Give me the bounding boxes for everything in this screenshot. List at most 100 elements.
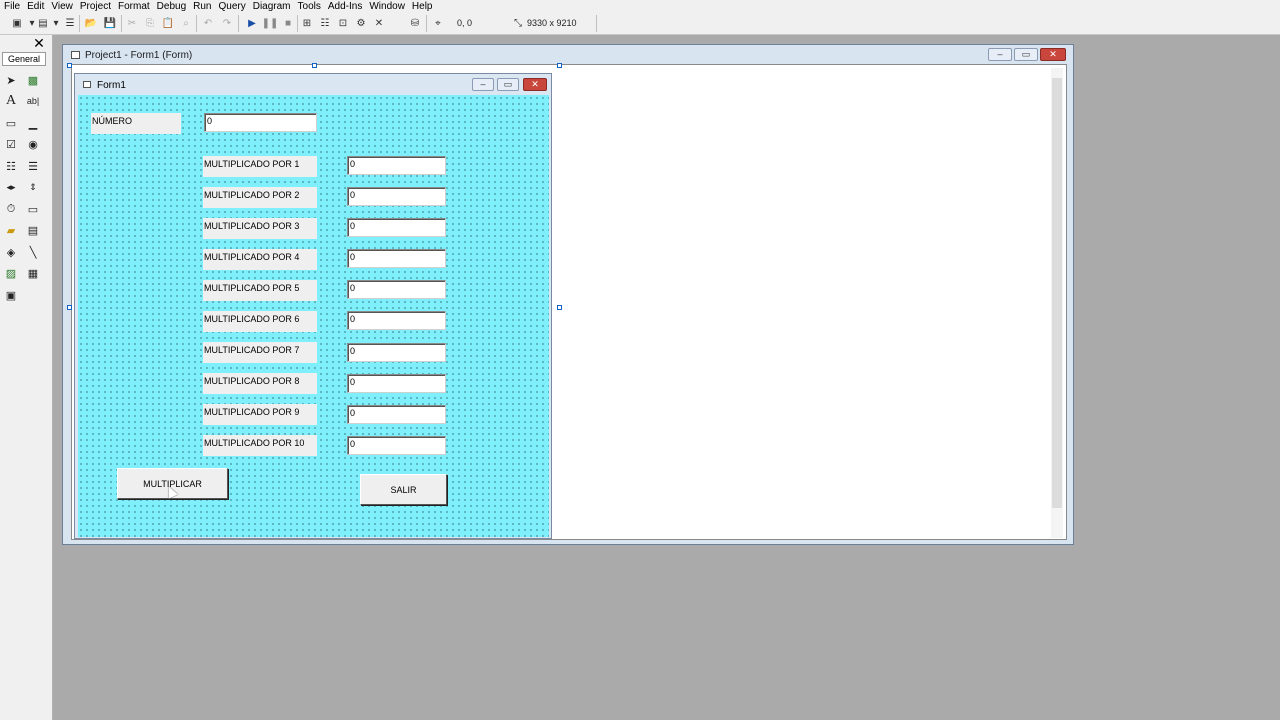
result-textbox-6[interactable]: 0 (347, 311, 446, 330)
minimize-button[interactable]: – (472, 78, 494, 91)
menu-editor-icon[interactable]: ☰ (63, 16, 77, 30)
menu-run[interactable]: Run (193, 1, 211, 12)
save-icon[interactable]: 💾 (103, 16, 117, 30)
dirlistbox-icon[interactable]: ▰ (3, 222, 19, 238)
break-icon[interactable]: ❚❚ (262, 16, 279, 30)
open-icon[interactable]: 📂 (84, 16, 98, 30)
result-textbox-3[interactable]: 0 (347, 218, 446, 237)
filelistbox-icon[interactable]: ▤ (25, 222, 41, 238)
timer-icon[interactable]: ⏱ (3, 201, 19, 217)
toolbox: ✕ General ➤ ▩ A ab| ▭ ▁ ☑ ◉ ☷ ☰ ◂▸ ⇕ ⏱ ▭… (0, 35, 53, 720)
result-textbox-10[interactable]: 0 (347, 436, 446, 455)
minimize-button[interactable]: – (988, 48, 1012, 61)
menu-edit[interactable]: Edit (27, 1, 44, 12)
salir-button[interactable]: SALIR (360, 474, 447, 505)
add-project-icon[interactable]: ▣ (10, 16, 24, 30)
maximize-button[interactable]: ▭ (497, 78, 519, 91)
menu-debug[interactable]: Debug (157, 1, 186, 12)
dropdown-icon[interactable]: ▾ (49, 16, 63, 30)
form-title: Form1 (97, 80, 126, 91)
combobox-icon[interactable]: ☷ (3, 158, 19, 174)
size-readout: 9330 x 9210 (527, 18, 577, 28)
frame-icon[interactable]: ▭ (3, 115, 19, 131)
hscrollbar-icon[interactable]: ◂▸ (3, 179, 19, 195)
multiplicado-label-5: MULTIPLICADO POR 5 (203, 280, 317, 301)
menu-add-ins[interactable]: Add-Ins (328, 1, 362, 12)
add-form-icon[interactable]: ▤ (36, 16, 50, 30)
form-icon (83, 81, 91, 88)
toolbar-separator (297, 15, 298, 32)
menu-help[interactable]: Help (412, 1, 433, 12)
form-layout-icon[interactable]: ⊡ (336, 16, 350, 30)
paste-icon[interactable]: 📋 (161, 16, 175, 30)
numero-label: NÚMERO (91, 113, 181, 134)
form-canvas[interactable]: NÚMERO 0 MULTIPLICADO POR 1 0 MULTIPLICA… (78, 95, 549, 537)
menu-tools[interactable]: Tools (298, 1, 321, 12)
optionbutton-icon[interactable]: ◉ (25, 136, 41, 152)
commandbutton-icon[interactable]: ▁ (25, 115, 41, 131)
redo-icon[interactable]: ↷ (220, 16, 234, 30)
size-icon: ⤡ (514, 17, 522, 29)
vertical-scrollbar[interactable] (1051, 68, 1063, 538)
data-icon[interactable]: ▦ (25, 265, 41, 281)
end-icon[interactable]: ■ (281, 16, 295, 30)
menu-bar: File Edit View Project Format Debug Run … (0, 0, 1280, 12)
menu-diagram[interactable]: Diagram (253, 1, 291, 12)
menu-window[interactable]: Window (369, 1, 405, 12)
cut-icon[interactable]: ✂ (125, 16, 139, 30)
start-icon[interactable]: ▶ (245, 16, 259, 30)
close-button[interactable]: ✕ (1040, 48, 1066, 61)
checkbox-icon[interactable]: ☑ (3, 136, 19, 152)
result-textbox-5[interactable]: 0 (347, 280, 446, 299)
vscrollbar-icon[interactable]: ⇕ (25, 179, 41, 195)
toolbox-icon[interactable]: ✕ (372, 16, 386, 30)
close-button[interactable]: ✕ (523, 78, 547, 91)
form1-window[interactable]: Form1 – ▭ ✕ NÚMERO 0 MULTIPLICADO POR 1 … (74, 73, 552, 539)
result-textbox-9[interactable]: 0 (347, 405, 446, 424)
menu-project[interactable]: Project (80, 1, 111, 12)
toolbar: ▣ ▾ ▤ ▾ ☰ 📂 💾 ✂ ⎘ 📋 ⌕ ↶ ↷ ▶ ❚❚ ■ ⊞ ☷ ⊡ ⚙… (0, 12, 1280, 35)
ole-icon[interactable]: ▣ (3, 287, 19, 303)
form-icon (71, 51, 80, 59)
label-icon[interactable]: A (3, 93, 19, 109)
menu-query[interactable]: Query (218, 1, 245, 12)
textbox-icon[interactable]: ab| (25, 93, 41, 109)
position-icon: ⌖ (435, 17, 441, 29)
toolbox-tab-general[interactable]: General (2, 52, 46, 66)
resize-handle[interactable] (67, 305, 72, 310)
scrollbar-thumb[interactable] (1052, 78, 1062, 508)
shape-icon[interactable]: ◈ (3, 244, 19, 260)
project-explorer-icon[interactable]: ⊞ (300, 16, 314, 30)
find-icon[interactable]: ⌕ (179, 16, 193, 30)
result-textbox-4[interactable]: 0 (347, 249, 446, 268)
resize-handle[interactable] (312, 63, 317, 68)
maximize-button[interactable]: ▭ (1014, 48, 1038, 61)
multiplicado-label-4: MULTIPLICADO POR 4 (203, 249, 317, 270)
result-textbox-8[interactable]: 0 (347, 374, 446, 393)
resize-handle[interactable] (67, 63, 72, 68)
menu-file[interactable]: File (4, 1, 20, 12)
position-readout: 0, 0 (457, 18, 473, 28)
resize-handle[interactable] (557, 63, 562, 68)
listbox-icon[interactable]: ☰ (25, 158, 41, 174)
result-textbox-7[interactable]: 0 (347, 343, 446, 362)
toolbar-separator (79, 15, 80, 32)
resize-handle[interactable] (557, 305, 562, 310)
menu-format[interactable]: Format (118, 1, 150, 12)
properties-window-icon[interactable]: ☷ (318, 16, 332, 30)
numero-textbox[interactable]: 0 (204, 113, 317, 132)
picturebox-icon[interactable]: ▩ (25, 72, 41, 88)
object-browser-icon[interactable]: ⚙ (354, 16, 368, 30)
pointer-icon[interactable]: ➤ (3, 72, 19, 88)
line-icon[interactable]: ╲ (25, 244, 41, 260)
multiplicado-label-10: MULTIPLICADO POR 10 (203, 435, 317, 456)
data-view-icon[interactable]: ⛁ (408, 16, 422, 30)
result-textbox-1[interactable]: 0 (347, 156, 446, 175)
close-icon[interactable]: ✕ (32, 36, 46, 50)
result-textbox-2[interactable]: 0 (347, 187, 446, 206)
copy-icon[interactable]: ⎘ (143, 16, 157, 30)
image-icon[interactable]: ▨ (3, 265, 19, 281)
menu-view[interactable]: View (51, 1, 73, 12)
drivelistbox-icon[interactable]: ▭ (25, 201, 41, 217)
undo-icon[interactable]: ↶ (201, 16, 215, 30)
